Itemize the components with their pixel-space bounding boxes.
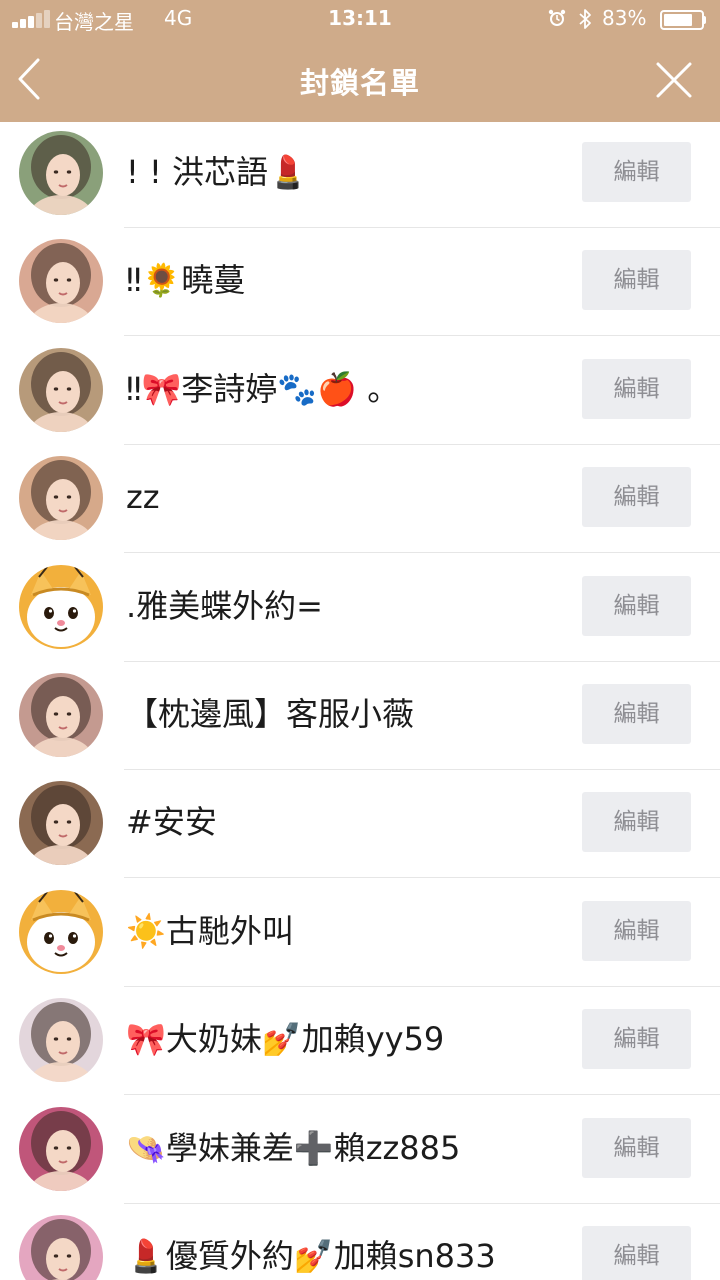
bluetooth-icon (579, 9, 591, 29)
list-item[interactable]: .雅美蝶外約= 編輯 (0, 554, 720, 662)
list-item[interactable]: ! ! 洪芯語💄 編輯 (0, 122, 720, 228)
avatar[interactable] (19, 998, 103, 1083)
avatar[interactable] (19, 1106, 103, 1191)
edit-button[interactable]: 編輯 (582, 142, 691, 202)
header: 台灣之星 4G 13:11 83% 封鎖名單 (0, 0, 720, 122)
list-item[interactable]: ‼🎀李詩婷🐾🍎 。 編輯 (0, 337, 720, 445)
edit-button[interactable]: 編輯 (582, 792, 691, 853)
cartoon-cat-avatar[interactable] (19, 564, 103, 649)
list-item[interactable]: ☀️古馳外叫 編輯 (0, 879, 720, 987)
contact-name: ! ! 洪芯語💄 (126, 153, 308, 191)
avatar[interactable] (19, 456, 103, 541)
status-bar: 台灣之星 4G 13:11 83% (0, 0, 720, 40)
avatar[interactable] (19, 673, 103, 757)
contact-name: #安安 (126, 803, 217, 842)
cartoon-cat-avatar[interactable] (19, 889, 103, 974)
avatar[interactable] (19, 347, 103, 432)
edit-button[interactable]: 編輯 (582, 250, 691, 311)
alarm-icon (548, 9, 566, 26)
blocked-list: ! ! 洪芯語💄 編輯 ‼🌻曉蔓 編輯 ‼🎀李詩婷🐾🍎 。編輯 zz 編輯 .雅美蝶外約= 編輯… (0, 122, 720, 1280)
navigation-bar: 封鎖名單 (0, 40, 720, 122)
list-item[interactable]: ‼🌻曉蔓 編輯 (0, 228, 720, 337)
edit-button[interactable]: 編輯 (582, 467, 691, 528)
battery-icon (660, 10, 706, 30)
battery-percent: 83% (602, 6, 647, 30)
edit-button[interactable]: 編輯 (582, 900, 691, 961)
edit-button[interactable]: 編輯 (582, 1117, 691, 1178)
contact-name: zz (126, 478, 160, 517)
edit-button[interactable]: 編輯 (582, 575, 691, 636)
avatar[interactable] (19, 1215, 103, 1280)
list-item[interactable]: #安安 編輯 (0, 770, 720, 879)
edit-button[interactable]: 編輯 (582, 1009, 691, 1070)
contact-name: 【枕邊風】客服小薇 (126, 695, 415, 733)
list-item[interactable]: 【枕邊風】客服小薇 編輯 (0, 662, 720, 770)
list-item[interactable]: 🎀大奶妹💅加賴yy59 編輯 (0, 987, 720, 1096)
page-title: 封鎖名單 (299, 66, 420, 100)
edit-button[interactable]: 編輯 (582, 684, 691, 744)
avatar[interactable] (19, 239, 103, 324)
list-item[interactable]: zz 編輯 (0, 445, 720, 554)
close-icon[interactable] (652, 58, 696, 102)
contact-name: 🎀大奶妹💅加賴yy59 (126, 1020, 445, 1059)
contact-name: ☀️古馳外叫 (126, 911, 294, 950)
list-item[interactable]: 💄優質外約💅加賴sn833 編輯 (0, 1204, 720, 1280)
avatar[interactable] (19, 781, 103, 866)
edit-button[interactable]: 編輯 (582, 358, 691, 419)
contact-name: ‼🎀李詩婷🐾🍎 。 (126, 369, 400, 408)
avatar[interactable] (19, 131, 103, 215)
contact-name: 👒學妹兼差➕賴zz885 (126, 1128, 461, 1167)
contact-name: ‼🌻曉蔓 (126, 261, 246, 300)
list-item[interactable]: 👒學妹兼差➕賴zz885 編輯 (0, 1096, 720, 1204)
contact-name: 💄優質外約💅加賴sn833 (126, 1237, 496, 1275)
contact-name: .雅美蝶外約= (126, 586, 323, 625)
edit-button[interactable]: 編輯 (582, 1226, 691, 1280)
